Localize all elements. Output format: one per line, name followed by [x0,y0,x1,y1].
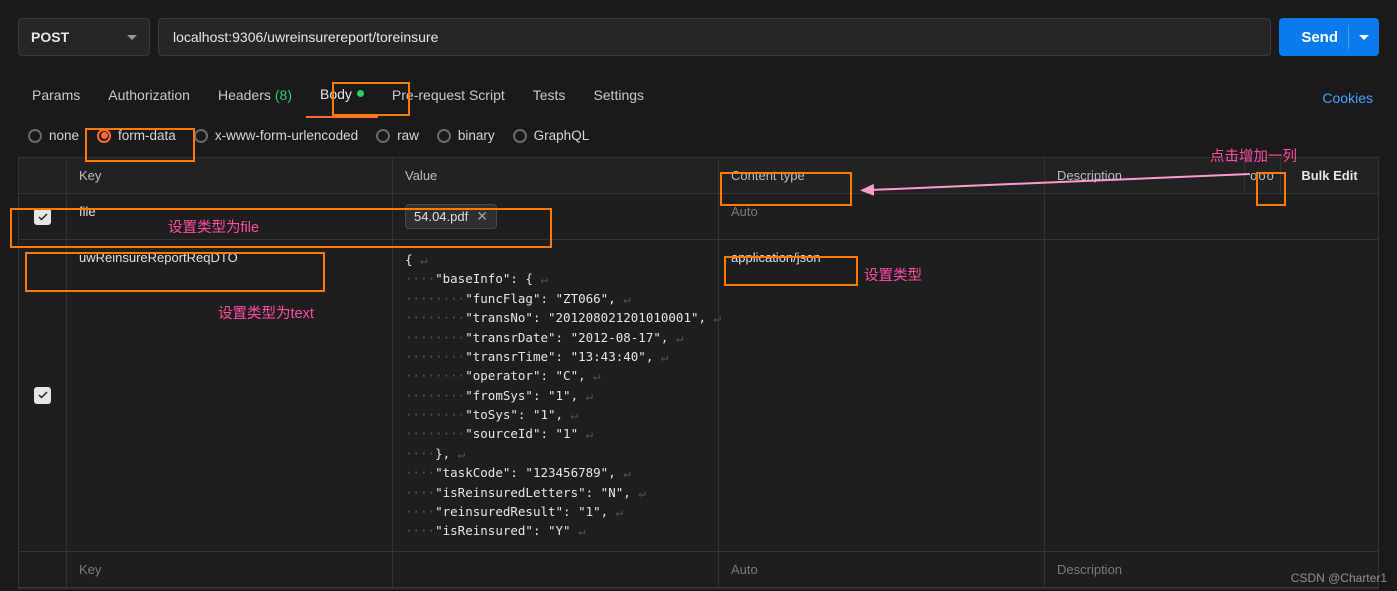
radio-icon [28,129,42,143]
row-checkbox[interactable] [19,552,67,587]
send-label: Send [1301,29,1338,46]
table-row: file 54.04.pdf ✕ Auto [19,194,1378,240]
radio-icon [97,129,111,143]
request-bar: POST localhost:9306/uwreinsurereport/tor… [0,0,1397,56]
tab-body[interactable]: Body [306,78,378,118]
key-cell[interactable]: file [67,194,393,239]
description-cell[interactable] [1045,240,1378,551]
bulk-edit-button[interactable]: Bulk Edit [1281,158,1378,193]
chevron-down-icon [127,35,137,40]
request-tabs: Params Authorization Headers(8) Body Pre… [0,78,1397,118]
table-row-empty: Key Auto Description [19,552,1378,588]
table-header-row: Key Value Content type Description ooo B… [19,158,1378,194]
table-row: uwReinsureReportReqDTO { ↵····"baseInfo"… [19,240,1378,552]
th-check [19,158,67,193]
body-type-radios: none form-data x-www-form-urlencoded raw… [0,128,1397,143]
th-content-type: Content type [719,158,1045,193]
radio-icon [437,129,451,143]
http-method-select[interactable]: POST [18,18,150,56]
remove-file-icon[interactable]: ✕ [476,208,488,225]
checkbox-checked-icon [34,208,51,225]
modified-dot-icon [357,90,364,97]
row-checkbox[interactable] [19,240,67,551]
tab-headers[interactable]: Headers(8) [204,79,306,117]
th-key: Key [67,158,393,193]
th-description: Description [1045,158,1245,193]
formdata-table: Key Value Content type Description ooo B… [18,157,1379,589]
checkbox-checked-icon [34,387,51,404]
columns-menu-button[interactable]: ooo [1245,158,1281,193]
key-cell[interactable]: Key [67,552,393,587]
cookies-link[interactable]: Cookies [1322,90,1379,106]
row-checkbox[interactable] [19,194,67,239]
url-input[interactable]: localhost:9306/uwreinsurereport/toreinsu… [158,18,1271,56]
url-value: localhost:9306/uwreinsurereport/toreinsu… [173,29,438,45]
content-type-cell[interactable]: Auto [719,552,1045,587]
chevron-down-icon[interactable] [1359,35,1369,40]
body-type-raw[interactable]: raw [376,128,419,143]
send-button[interactable]: Send [1279,18,1379,56]
body-type-none[interactable]: none [28,128,79,143]
radio-icon [376,129,390,143]
tab-authorization[interactable]: Authorization [94,79,204,117]
content-type-cell[interactable]: Auto [719,194,1045,239]
th-value: Value [393,158,719,193]
value-cell[interactable] [393,552,719,587]
radio-icon [513,129,527,143]
value-cell[interactable]: { ↵····"baseInfo": { ↵········"funcFlag"… [393,240,719,551]
divider [1348,25,1349,49]
tab-settings[interactable]: Settings [579,79,658,117]
http-method-label: POST [31,29,69,45]
value-cell[interactable]: 54.04.pdf ✕ [393,194,719,239]
body-type-urlencoded[interactable]: x-www-form-urlencoded [194,128,358,143]
body-type-graphql[interactable]: GraphQL [513,128,590,143]
file-chip[interactable]: 54.04.pdf ✕ [405,204,497,229]
radio-icon [194,129,208,143]
key-cell[interactable]: uwReinsureReportReqDTO [67,240,393,551]
file-name: 54.04.pdf [414,209,468,224]
ellipsis-icon: ooo [1250,168,1275,183]
description-cell[interactable] [1045,194,1378,239]
body-type-binary[interactable]: binary [437,128,495,143]
tab-params[interactable]: Params [18,79,94,117]
json-editor[interactable]: { ↵····"baseInfo": { ↵········"funcFlag"… [405,250,721,541]
content-type-cell[interactable]: application/json [719,240,1045,551]
body-type-form-data[interactable]: form-data [97,128,176,143]
tab-tests[interactable]: Tests [519,79,580,117]
watermark: CSDN @Charter1 [1291,571,1387,585]
tab-prerequest[interactable]: Pre-request Script [378,79,519,117]
